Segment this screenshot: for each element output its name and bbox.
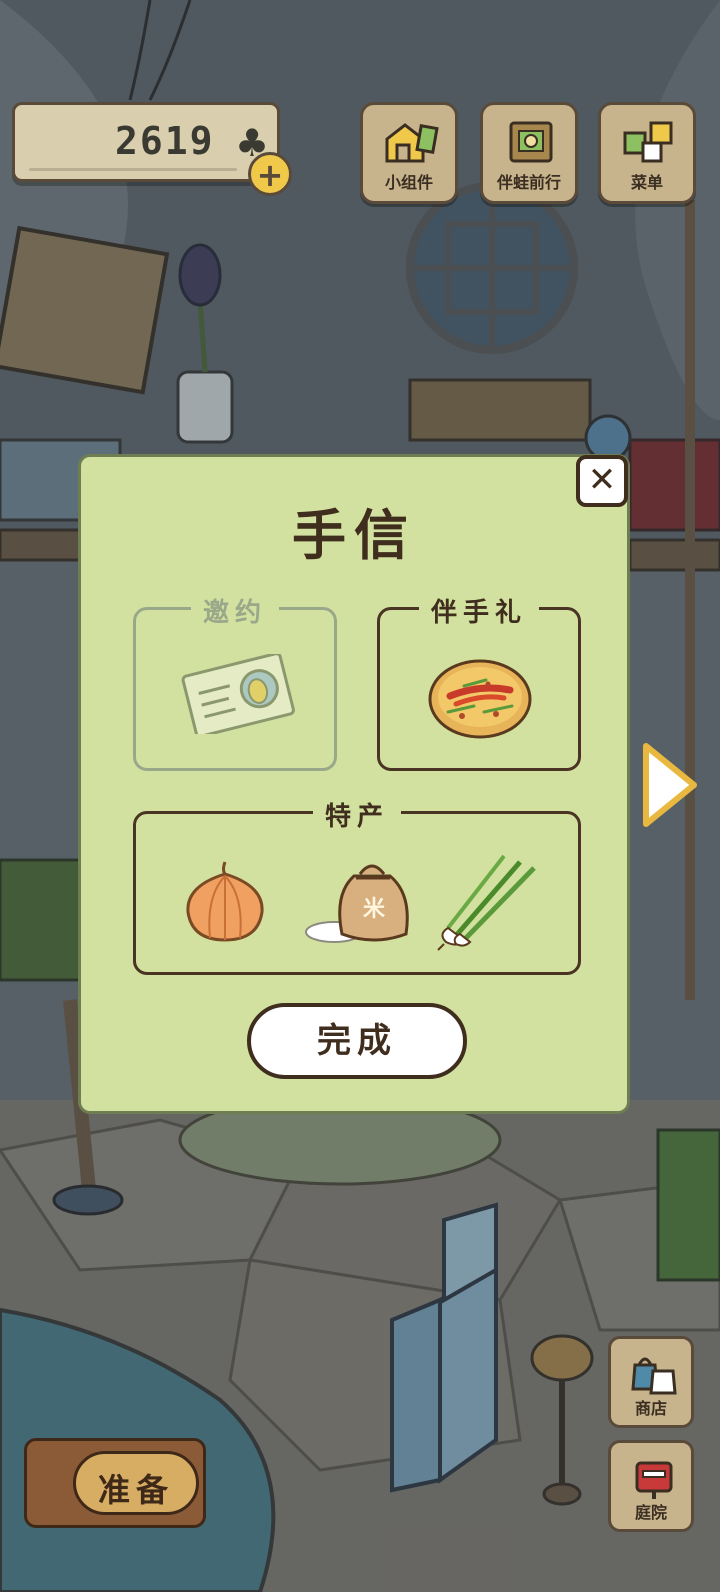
done-button[interactable]: 完成: [247, 1003, 467, 1079]
menu-label: 菜单: [630, 173, 663, 192]
plus-icon: +: [256, 156, 284, 194]
invitation-slot-label: 邀约: [190, 592, 280, 629]
prepare-plate: 准备: [73, 1451, 199, 1515]
gift-slot[interactable]: 伴手礼: [377, 592, 581, 771]
dialog-title: 手信: [292, 504, 416, 567]
clover-counter: 2619 ♣: [12, 102, 280, 182]
shop-bags-icon: [631, 1357, 677, 1395]
frog-journey-button[interactable]: 伴蛙前行: [480, 102, 578, 204]
gift-slot-label: 伴手礼: [418, 592, 540, 629]
rice-bag-mark: 米: [363, 897, 386, 922]
specialty-slot-label: 特产: [312, 796, 402, 833]
widget-button[interactable]: 小组件: [360, 102, 458, 204]
book-icon: [509, 121, 553, 163]
mailbox-icon: [635, 1461, 673, 1499]
widget-icon: [385, 123, 439, 163]
shop-label: 商店: [634, 1399, 667, 1418]
clover-count: 2619: [115, 119, 215, 163]
close-button[interactable]: ✕: [576, 455, 628, 507]
yard-button[interactable]: 庭院: [608, 1440, 694, 1532]
prepare-button[interactable]: 准备: [24, 1438, 206, 1528]
invitation-card-icon: [181, 654, 295, 734]
frog-journey-label: 伴蛙前行: [496, 173, 561, 192]
onion-icon: [186, 861, 264, 942]
menu-icon: [623, 121, 673, 163]
invitation-slot[interactable]: 邀约: [133, 592, 337, 771]
pancake-icon: [428, 659, 532, 739]
next-page-arrow-icon[interactable]: [640, 740, 700, 830]
widget-label: 小组件: [384, 173, 433, 192]
rice-bag-icon: 米: [305, 864, 409, 943]
souvenir-dialog: 手信 邀约 伴手礼 特产 米 完成: [78, 454, 630, 1114]
shop-button[interactable]: 商店: [608, 1336, 694, 1428]
menu-button[interactable]: 菜单: [598, 102, 696, 204]
yard-label: 庭院: [634, 1503, 667, 1522]
close-icon: ✕: [587, 460, 617, 500]
specialty-slot[interactable]: 特产 米: [133, 796, 581, 975]
green-onion-icon: [437, 854, 536, 951]
add-clover-button[interactable]: +: [248, 152, 292, 196]
prepare-label: 准备: [97, 1471, 174, 1509]
counter-underline: [29, 168, 237, 171]
